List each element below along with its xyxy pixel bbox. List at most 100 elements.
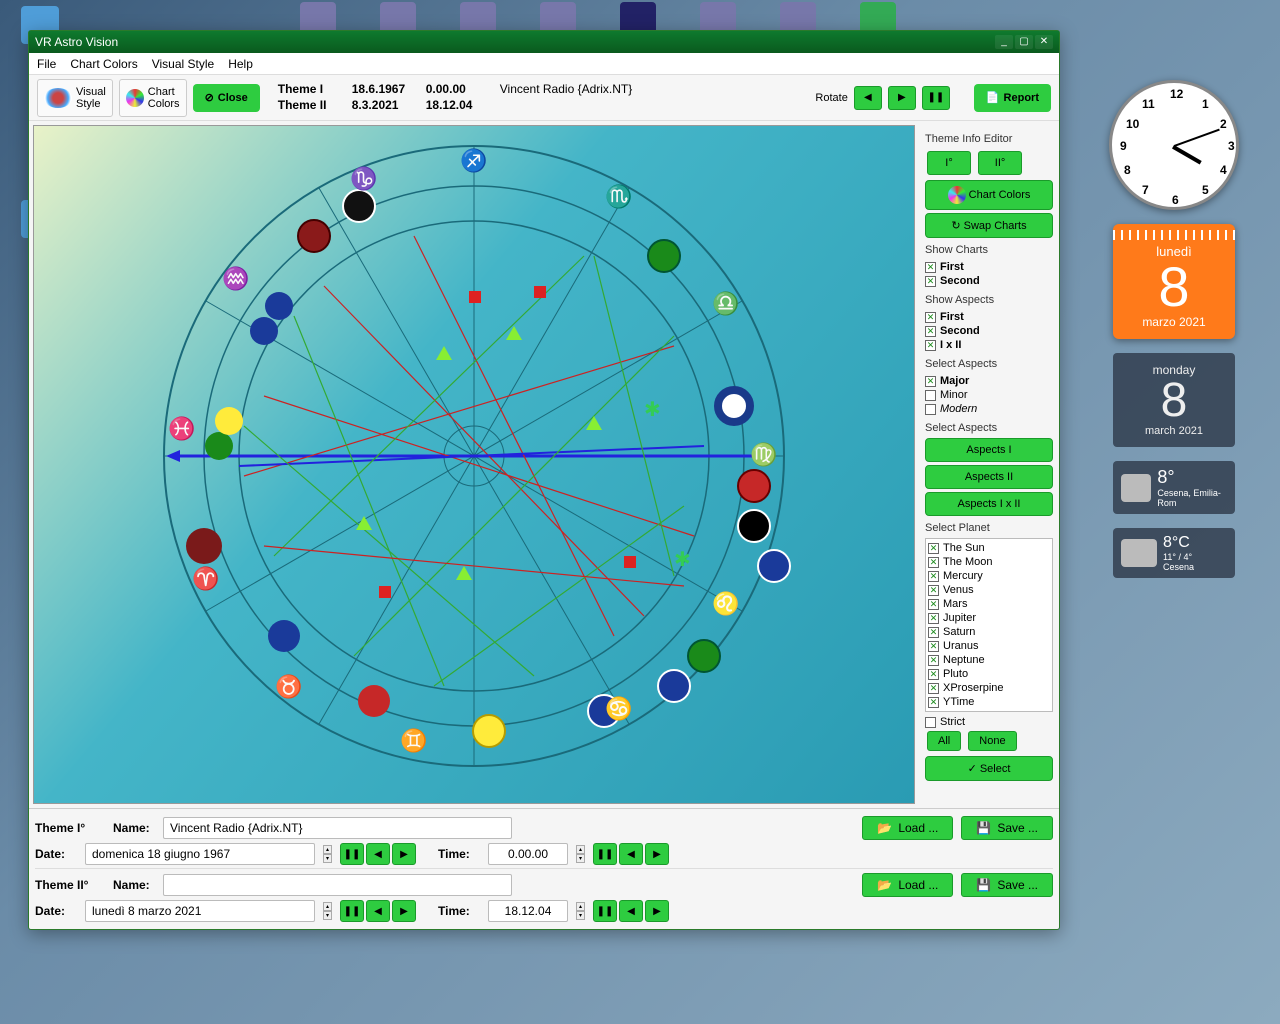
swap-charts-button[interactable]: ↻ Swap Charts <box>925 213 1053 238</box>
t2-pause[interactable]: ❚❚ <box>593 900 617 922</box>
planet-checkbox[interactable]: XProserpine <box>928 681 1050 695</box>
theme1-label: Theme I° <box>35 821 105 835</box>
d1-next[interactable]: ▶ <box>392 843 416 865</box>
color-wheel-icon <box>126 89 144 107</box>
date-label: Date: <box>35 847 77 861</box>
menu-visual-style[interactable]: Visual Style <box>152 57 214 71</box>
t1-prev[interactable]: ◀ <box>619 843 643 865</box>
date1-up[interactable]: ▴ <box>323 845 332 854</box>
calendar-widget-it[interactable]: lunedì 8 marzo 2021 <box>1113 224 1235 339</box>
planet-checkbox[interactable]: YTime <box>928 695 1050 709</box>
menu-help[interactable]: Help <box>228 57 253 71</box>
d1-pause[interactable]: ❚❚ <box>340 843 364 865</box>
theme2-time-input[interactable] <box>488 900 568 922</box>
titlebar[interactable]: VR Astro Vision _ ▢ ✕ <box>29 31 1059 53</box>
none-button[interactable]: None <box>968 731 1016 751</box>
menu-file[interactable]: File <box>37 57 56 71</box>
select-button[interactable]: ✓ Select <box>925 756 1053 781</box>
theme1-time-input[interactable] <box>488 843 568 865</box>
planet-checkbox[interactable]: Mars <box>928 597 1050 611</box>
maximize-button[interactable]: ▢ <box>1015 35 1033 49</box>
aspects-cross-checkbox[interactable]: I x II <box>925 338 1053 352</box>
planet-checkbox[interactable]: The Sun <box>928 541 1050 555</box>
modern-checkbox[interactable]: Modern <box>925 402 1053 416</box>
svg-text:♑: ♑ <box>350 166 377 191</box>
save-theme2-button[interactable]: 💾 Save ... <box>961 873 1053 897</box>
chart-canvas[interactable]: ✱ ✱ <box>33 125 915 804</box>
load-theme2-button[interactable]: 📂 Load ... <box>862 873 953 897</box>
name-label: Name: <box>113 878 155 892</box>
app-title: VR Astro Vision <box>35 35 118 49</box>
minor-checkbox[interactable]: Minor <box>925 388 1053 402</box>
t1-down[interactable]: ▾ <box>576 854 585 863</box>
strict-checkbox[interactable]: Strict <box>925 715 1053 729</box>
show-charts-header: Show Charts <box>925 244 1053 256</box>
svg-text:♏: ♏ <box>605 184 632 209</box>
weather-widget-2[interactable]: 8°C11° / 4°Cesena <box>1113 528 1235 578</box>
toolbar: Visual Style Chart Colors ⊘Close Theme I… <box>29 75 1059 121</box>
aspects-first-checkbox[interactable]: First <box>925 310 1053 324</box>
theme-2-tab[interactable]: II° <box>978 151 1022 175</box>
t2-down[interactable]: ▾ <box>576 911 585 920</box>
theme-info: Theme I18.6.19670.00.00Vincent Radio {Ad… <box>278 82 633 113</box>
svg-text:✱: ✱ <box>644 399 661 421</box>
theme2-date-input[interactable] <box>85 900 315 922</box>
rotate-next-button[interactable]: ▶ <box>888 86 916 110</box>
d2-prev[interactable]: ◀ <box>366 900 390 922</box>
theme2-name-input[interactable] <box>163 874 512 896</box>
t2-up[interactable]: ▴ <box>576 902 585 911</box>
date2-up[interactable]: ▴ <box>323 902 332 911</box>
chart-colors-side-button[interactable]: Chart Colors <box>925 180 1053 210</box>
show-second-checkbox[interactable]: Second <box>925 274 1053 288</box>
theme1-date-input[interactable] <box>85 843 315 865</box>
planet-checkbox[interactable]: Mercury <box>928 569 1050 583</box>
planet-checkbox[interactable]: Venus <box>928 583 1050 597</box>
t1-up[interactable]: ▴ <box>576 845 585 854</box>
close-button[interactable]: ⊘Close <box>193 84 260 112</box>
svg-text:♈: ♈ <box>192 566 219 591</box>
minimize-button[interactable]: _ <box>995 35 1013 49</box>
t2-next[interactable]: ▶ <box>645 900 669 922</box>
svg-text:♓: ♓ <box>168 416 195 441</box>
close-window-button[interactable]: ✕ <box>1035 35 1053 49</box>
planet-checkbox[interactable]: Saturn <box>928 625 1050 639</box>
d2-pause[interactable]: ❚❚ <box>340 900 364 922</box>
major-checkbox[interactable]: Major <box>925 374 1053 388</box>
weather-widget-1[interactable]: 8°Cesena, Emilia-Rom <box>1113 461 1235 514</box>
planet-list: The SunThe MoonMercuryVenusMarsJupiterSa… <box>925 538 1053 712</box>
color-wheel-icon <box>948 186 966 204</box>
theme-1-tab[interactable]: I° <box>927 151 971 175</box>
all-button[interactable]: All <box>927 731 961 751</box>
planet-checkbox[interactable]: Neptune <box>928 653 1050 667</box>
chart-colors-button[interactable]: Chart Colors <box>119 79 187 117</box>
d1-prev[interactable]: ◀ <box>366 843 390 865</box>
rotate-pause-button[interactable]: ❚❚ <box>922 86 950 110</box>
svg-text:♒: ♒ <box>222 266 249 291</box>
planet-checkbox[interactable]: Uranus <box>928 639 1050 653</box>
load-theme1-button[interactable]: 📂 Load ... <box>862 816 953 840</box>
planet-checkbox[interactable]: Jupiter <box>928 611 1050 625</box>
date2-down[interactable]: ▾ <box>323 911 332 920</box>
planet-checkbox[interactable]: Pluto <box>928 667 1050 681</box>
t1-pause[interactable]: ❚❚ <box>593 843 617 865</box>
aspects-second-checkbox[interactable]: Second <box>925 324 1053 338</box>
report-button[interactable]: 📄 Report <box>974 84 1051 112</box>
planet-checkbox[interactable]: The Moon <box>928 555 1050 569</box>
aspects-2-button[interactable]: Aspects II <box>925 465 1053 489</box>
save-theme1-button[interactable]: 💾 Save ... <box>961 816 1053 840</box>
show-first-checkbox[interactable]: First <box>925 260 1053 274</box>
t1-next[interactable]: ▶ <box>645 843 669 865</box>
aspects-1-button[interactable]: Aspects I <box>925 438 1053 462</box>
theme1-name-input[interactable] <box>163 817 512 839</box>
analog-clock-widget[interactable]: 12 3 6 9 12 45 78 1011 <box>1109 80 1239 210</box>
calendar-widget-en[interactable]: monday 8 march 2021 <box>1113 353 1235 447</box>
date1-down[interactable]: ▾ <box>323 854 332 863</box>
name-label: Name: <box>113 821 155 835</box>
menu-chart-colors[interactable]: Chart Colors <box>70 57 137 71</box>
show-aspects-header: Show Aspects <box>925 294 1053 306</box>
t2-prev[interactable]: ◀ <box>619 900 643 922</box>
d2-next[interactable]: ▶ <box>392 900 416 922</box>
rotate-prev-button[interactable]: ◀ <box>854 86 882 110</box>
visual-style-button[interactable]: Visual Style <box>37 79 113 117</box>
aspects-cross-button[interactable]: Aspects I x II <box>925 492 1053 516</box>
